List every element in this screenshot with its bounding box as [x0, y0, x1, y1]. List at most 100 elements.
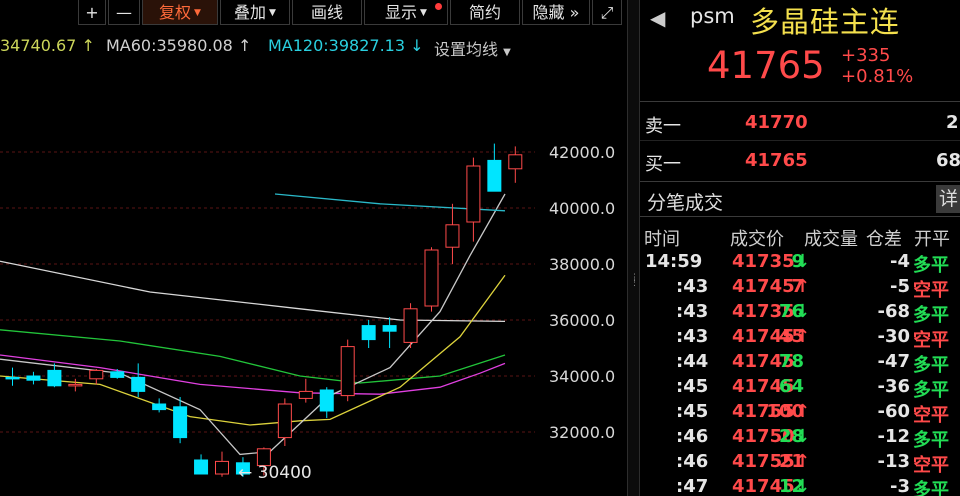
- candle-body: [194, 459, 209, 475]
- trade-row: :43 41745 ↑ 7 -5 空平: [640, 276, 960, 301]
- contract-name: 多晶硅主连: [750, 5, 901, 39]
- trade-oi-change: -4: [890, 251, 910, 272]
- trade-open-close: 多平: [913, 480, 949, 496]
- bid-price: 41765: [745, 150, 808, 171]
- trade-oi-change: -60: [877, 401, 910, 422]
- zoom-in-button[interactable]: +: [78, 0, 106, 25]
- col-open-close: 开平: [914, 229, 950, 250]
- zoom-out-button[interactable]: —: [108, 0, 140, 25]
- trade-time: 14:59: [645, 251, 703, 272]
- trade-open-close: 多平: [913, 380, 949, 401]
- trade-oi-change: -5: [890, 276, 910, 297]
- trade-volume: 45: [778, 326, 804, 347]
- candle-body: [298, 390, 313, 399]
- trade-price: 41735: [732, 251, 795, 272]
- trade-row: :43 41735 ↓ 76 -68 多平: [640, 301, 960, 326]
- y-tick-label: 32000.0: [549, 423, 615, 442]
- col-time: 时间: [644, 229, 680, 250]
- contract-symbol: psm: [690, 4, 735, 28]
- display-button[interactable]: 显示 ▼: [364, 0, 448, 25]
- trade-time: :46: [676, 426, 709, 447]
- dropdown-arrow-icon: ▼: [503, 47, 511, 58]
- trade-price: 41745: [732, 276, 795, 297]
- trades-title: 分笔成交: [647, 192, 724, 214]
- candle-body: [319, 389, 334, 412]
- ma-line-green: [0, 329, 506, 384]
- trade-volume: 9: [791, 251, 804, 272]
- ma-line-gray: [0, 193, 506, 456]
- trade-open-close: 空平: [913, 405, 949, 426]
- panel-splitter[interactable]: ⋮ ⋮: [627, 0, 640, 496]
- trade-row: :45 41745 64 -36 多平: [640, 376, 960, 401]
- trade-time: :44: [676, 351, 709, 372]
- candle-body: [508, 154, 523, 170]
- trade-oi-change: -12: [877, 426, 910, 447]
- candle-body: [424, 249, 439, 307]
- trade-volume: 76: [778, 301, 804, 322]
- trade-open-close: 多平: [913, 430, 949, 451]
- change-percent: +0.81%: [841, 66, 914, 87]
- candle-body: [361, 325, 376, 341]
- candle-body: [68, 383, 83, 387]
- trade-time: :43: [676, 276, 709, 297]
- candle-body: [277, 403, 292, 439]
- double-chevron-icon: »: [569, 3, 580, 22]
- arrow-up-icon: ↑: [81, 36, 95, 55]
- trade-open-close: 多平: [913, 255, 949, 276]
- compact-button[interactable]: 简约: [450, 0, 520, 25]
- y-tick-label: 40000.0: [549, 199, 615, 218]
- y-tick-label: 38000.0: [549, 255, 615, 274]
- ma-settings-button[interactable]: 设置均线 ▼: [434, 36, 511, 60]
- display-label: 显示: [385, 3, 418, 22]
- trade-time: :45: [676, 376, 709, 397]
- overlay-label: 叠加: [234, 3, 267, 22]
- trade-row: :44 41745 78 -47 多平: [640, 351, 960, 376]
- trade-row: :47 41745 ↓ 12 -3 多平: [640, 476, 960, 496]
- candle-body: [466, 165, 481, 223]
- y-tick-label: 34000.0: [549, 367, 615, 386]
- trade-oi-change: -36: [877, 376, 910, 397]
- trade-volume: 21: [778, 451, 804, 472]
- trade-oi-change: -30: [877, 326, 910, 347]
- y-tick-label: 42000.0: [549, 143, 615, 162]
- arrow-up-icon: ↑: [237, 36, 252, 55]
- grip-icon: ⋮ ⋮: [630, 273, 639, 288]
- adjust-button[interactable]: 复权 ▼: [142, 0, 218, 25]
- trade-open-close: 空平: [913, 280, 949, 301]
- trade-oi-change: -13: [877, 451, 910, 472]
- candle-body: [26, 375, 41, 381]
- candle-body: [131, 376, 146, 392]
- adjust-label: 复权: [159, 3, 192, 22]
- trade-oi-change: -68: [877, 301, 910, 322]
- trade-oi-change: -3: [890, 476, 910, 496]
- col-volume: 成交量: [804, 229, 858, 250]
- candle-body: [445, 224, 460, 248]
- detail-button[interactable]: 详: [936, 185, 960, 213]
- candlestick-chart[interactable]: 42000.0 40000.0 38000.0 36000.0 34000.0 32000…: [0, 60, 627, 496]
- trade-open-close: 多平: [913, 355, 949, 376]
- trade-time: :45: [676, 401, 709, 422]
- col-price: 成交价: [730, 229, 784, 250]
- col-oi-change: 仓差: [866, 229, 902, 250]
- trade-open-close: 空平: [913, 455, 949, 476]
- overlay-button[interactable]: 叠加 ▼: [220, 0, 290, 25]
- trade-volume: 100: [766, 401, 804, 422]
- trade-time: :46: [676, 451, 709, 472]
- candle-body: [215, 460, 229, 475]
- prev-contract-icon[interactable]: ◀: [650, 6, 665, 30]
- hide-button[interactable]: 隐藏 »: [522, 0, 590, 25]
- ask-label: 卖一: [645, 116, 681, 137]
- draw-line-button[interactable]: 画线: [292, 0, 362, 25]
- candle-body: [110, 371, 125, 378]
- change-value: +335: [841, 45, 891, 66]
- trade-time: :47: [676, 476, 709, 496]
- trade-time: :43: [676, 326, 709, 347]
- trade-oi-change: -47: [877, 351, 910, 372]
- trade-volume: 78: [778, 351, 804, 372]
- expand-icon[interactable]: ⤢: [592, 0, 622, 25]
- bid-label: 买一: [645, 154, 681, 175]
- candle-body: [382, 325, 397, 332]
- trade-time: :43: [676, 301, 709, 322]
- candle-body: [403, 308, 418, 343]
- candle-body: [5, 376, 20, 380]
